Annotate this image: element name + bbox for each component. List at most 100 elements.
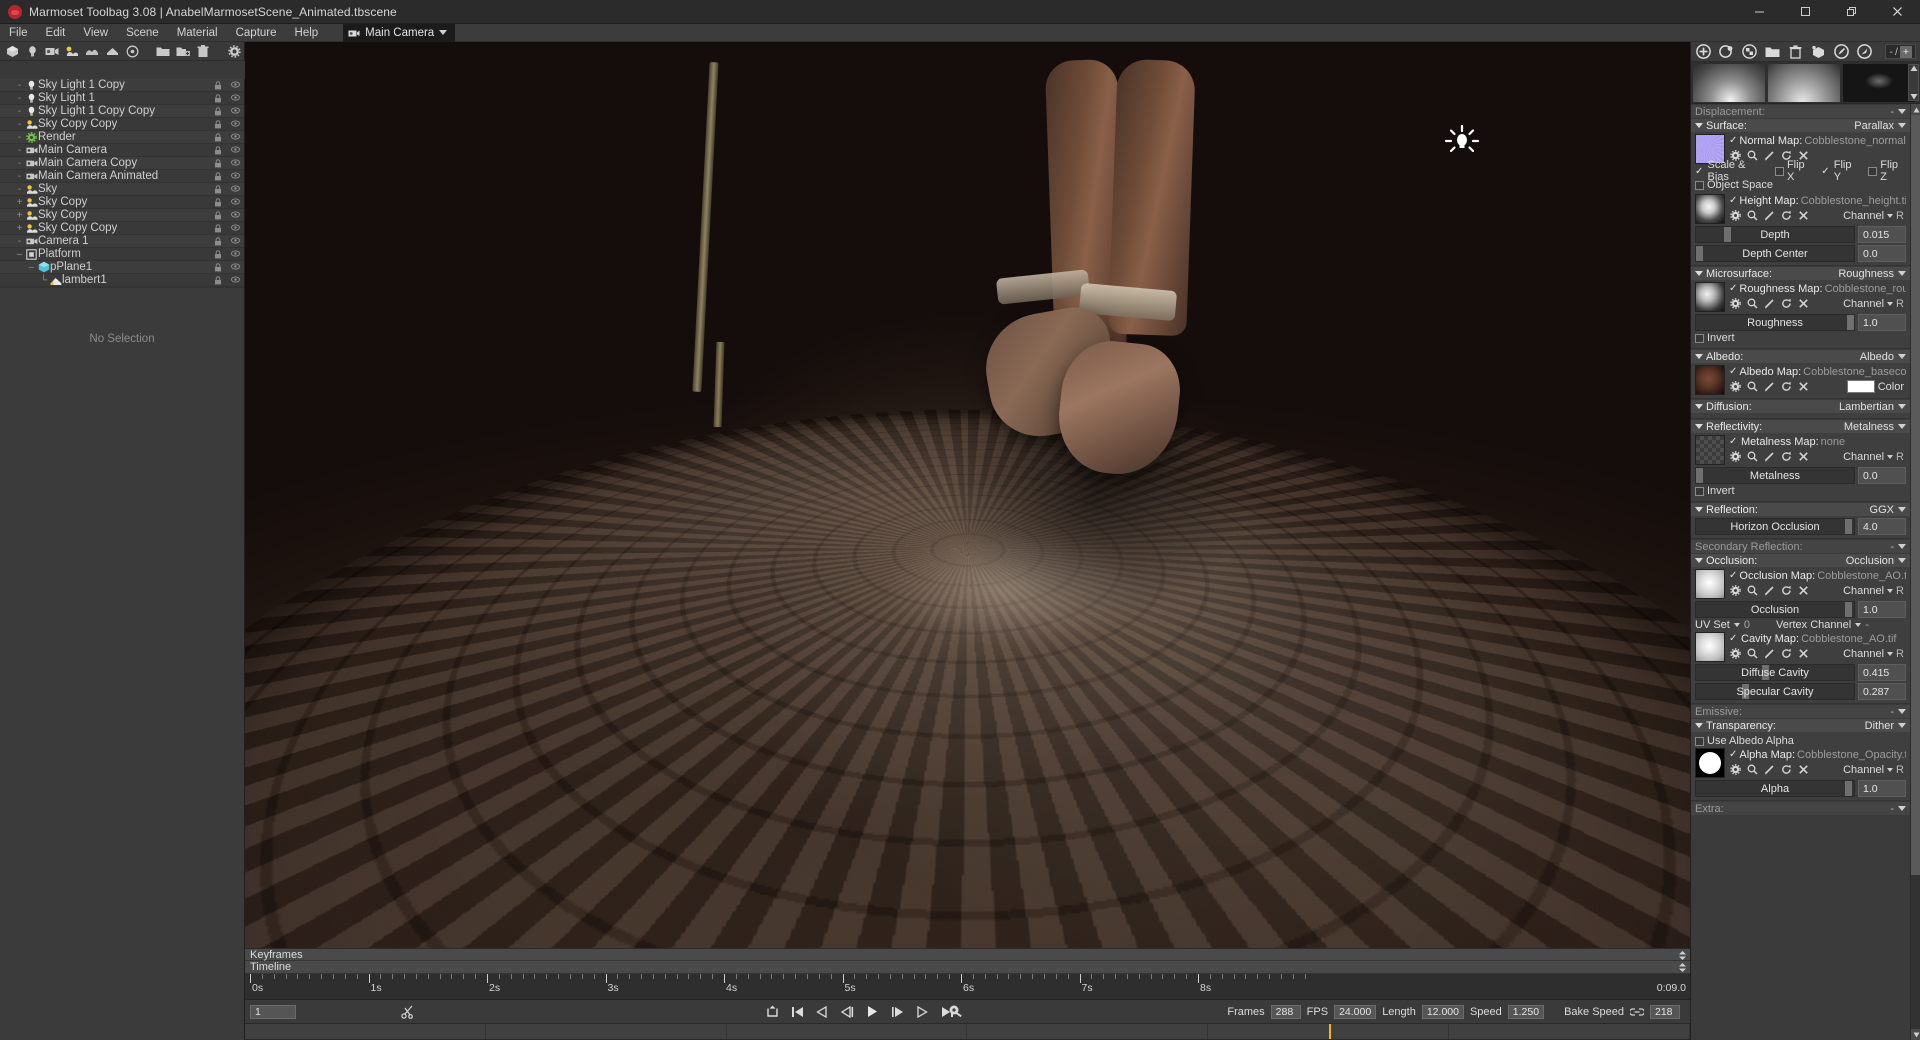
chevron-down-icon[interactable]: [1898, 123, 1906, 128]
link-count-input[interactable]: 218: [1650, 1005, 1680, 1019]
visibility-eye-icon[interactable]: [231, 120, 240, 129]
scroll-down-icon[interactable]: [1911, 1029, 1920, 1040]
scene-tree-item[interactable]: -Main Camera: [0, 144, 244, 157]
roughness-invert-checkbox[interactable]: [1695, 334, 1704, 343]
metalness-slider[interactable]: Metalness: [1695, 467, 1855, 484]
scene-tree-item[interactable]: +Sky Copy: [0, 196, 244, 209]
viewport-3d[interactable]: [245, 42, 1690, 948]
occlusion-slider[interactable]: Occlusion: [1695, 601, 1855, 618]
clear-icon[interactable]: [1797, 648, 1809, 660]
horizon-occlusion-value-input[interactable]: 4.0: [1858, 518, 1906, 535]
specular-cavity-slider[interactable]: Specular Cavity: [1695, 683, 1855, 700]
gear-icon[interactable]: [1729, 298, 1741, 310]
material-counter[interactable]: - / +: [1885, 44, 1916, 59]
menu-file[interactable]: File: [0, 24, 37, 42]
lock-icon[interactable]: [214, 133, 223, 142]
link-icon[interactable]: [1630, 1005, 1644, 1019]
chevron-down-icon[interactable]: [1898, 723, 1906, 728]
lock-icon[interactable]: [214, 198, 223, 207]
folder-icon[interactable]: [154, 43, 172, 60]
scene-tree-item[interactable]: └lambert1: [0, 274, 244, 287]
scene-tree-item[interactable]: -Sky Light 1 Copy: [0, 79, 244, 92]
lock-icon[interactable]: [214, 120, 223, 129]
lock-icon[interactable]: [214, 146, 223, 155]
close-button[interactable]: [1874, 0, 1920, 24]
depth-center-slider[interactable]: Depth Center: [1695, 245, 1855, 262]
chevron-down-icon[interactable]: [1898, 806, 1906, 811]
edit-pencil-icon[interactable]: [1763, 451, 1775, 463]
scroll-up-icon[interactable]: [1911, 104, 1920, 115]
gear-icon[interactable]: [1729, 381, 1741, 393]
menu-scene[interactable]: Scene: [117, 24, 168, 42]
scene-tree-item[interactable]: –Platform: [0, 248, 244, 261]
current-frame-input[interactable]: 1: [250, 1005, 296, 1019]
camera-icon[interactable]: [43, 43, 61, 60]
gear-icon[interactable]: [1729, 451, 1741, 463]
gear-icon[interactable]: [1729, 585, 1741, 597]
reload-icon[interactable]: [1780, 210, 1792, 222]
chevron-down-icon[interactable]: [1898, 709, 1906, 714]
chevron-down-icon[interactable]: [1898, 109, 1906, 114]
prev-keyframe-icon[interactable]: [815, 1005, 829, 1019]
alpha-map-thumbnail[interactable]: [1695, 748, 1725, 778]
roughness-map-checkbox[interactable]: ✓: [1729, 282, 1737, 296]
tree-toggle[interactable]: └: [38, 275, 49, 286]
chevron-down-icon[interactable]: [1898, 354, 1906, 359]
flip-y-checkbox[interactable]: ✓: [1821, 166, 1831, 177]
step-forward-icon[interactable]: [890, 1005, 904, 1019]
metalness-invert-row[interactable]: Invert: [1695, 484, 1906, 498]
scene-tree-item[interactable]: -Sky Copy Copy: [0, 118, 244, 131]
visibility-eye-icon[interactable]: [231, 133, 240, 142]
step-back-icon[interactable]: [840, 1005, 854, 1019]
material-counter-add[interactable]: +: [1900, 46, 1912, 58]
chevron-down-icon[interactable]: [1898, 544, 1906, 549]
tree-toggle[interactable]: -: [14, 93, 25, 104]
depth-slider-knob[interactable]: [1724, 227, 1731, 242]
track-cell[interactable]: [967, 1024, 1208, 1039]
chevron-down-icon[interactable]: [1898, 271, 1906, 276]
visibility-eye-icon[interactable]: [231, 94, 240, 103]
lock-icon[interactable]: [214, 159, 223, 168]
keyframes-header[interactable]: Keyframes: [245, 948, 1690, 961]
depth-value-input[interactable]: 0.015: [1858, 226, 1906, 243]
scene-tree[interactable]: -Sky Light 1 Copy-Sky Light 1-Sky Light …: [0, 79, 244, 287]
alpha-slider-knob[interactable]: [1845, 781, 1852, 796]
height-channel-selector[interactable]: Channel R: [1843, 210, 1906, 222]
chevron-down-icon[interactable]: [1887, 214, 1893, 218]
material-thumbnail[interactable]: [1843, 64, 1915, 102]
clear-icon[interactable]: [1797, 451, 1809, 463]
tree-toggle[interactable]: -: [14, 80, 25, 91]
tree-toggle[interactable]: +: [14, 223, 25, 234]
albedo-color-swatch[interactable]: [1847, 380, 1875, 393]
menu-capture[interactable]: Capture: [227, 24, 286, 42]
search-icon[interactable]: [1746, 298, 1758, 310]
tree-toggle[interactable]: +: [14, 210, 25, 221]
section-occlusion[interactable]: Occlusion: Occlusion: [1691, 553, 1910, 567]
use-albedo-alpha-row[interactable]: Use Albedo Alpha: [1695, 734, 1906, 748]
edit-pencil-icon[interactable]: [1763, 298, 1775, 310]
collapse-triangle-icon[interactable]: [1695, 404, 1703, 409]
frames-input[interactable]: 288: [1271, 1005, 1301, 1019]
add-folder-icon[interactable]: [174, 43, 192, 60]
visibility-eye-icon[interactable]: [231, 211, 240, 220]
diffuse-cavity-value-input[interactable]: 0.415: [1858, 664, 1906, 681]
chevron-down-icon[interactable]: [1887, 589, 1893, 593]
collapse-triangle-icon[interactable]: [1695, 271, 1703, 276]
roughness-map-thumbnail[interactable]: [1695, 282, 1725, 312]
metalness-invert-checkbox[interactable]: [1695, 487, 1704, 496]
specular-cavity-value-input[interactable]: 0.287: [1858, 683, 1906, 700]
scene-tree-item[interactable]: -Camera 1: [0, 235, 244, 248]
visibility-eye-icon[interactable]: [231, 224, 240, 233]
scene-tree-item[interactable]: +Sky Copy Copy: [0, 222, 244, 235]
section-secondary-reflection[interactable]: Secondary Reflection: -: [1691, 539, 1910, 553]
lock-icon[interactable]: [214, 172, 223, 181]
reload-icon[interactable]: [1780, 451, 1792, 463]
flag-flip-z[interactable]: Flip Z: [1868, 159, 1906, 183]
lock-icon[interactable]: [214, 263, 223, 272]
export-icon[interactable]: [1856, 43, 1873, 60]
search-icon[interactable]: [1746, 764, 1758, 776]
tree-toggle[interactable]: -: [14, 132, 25, 143]
bake-speed-button[interactable]: Bake Speed: [1564, 1006, 1624, 1018]
collapse-triangle-icon[interactable]: [1695, 354, 1703, 359]
chevron-down-icon[interactable]: [1855, 623, 1861, 627]
